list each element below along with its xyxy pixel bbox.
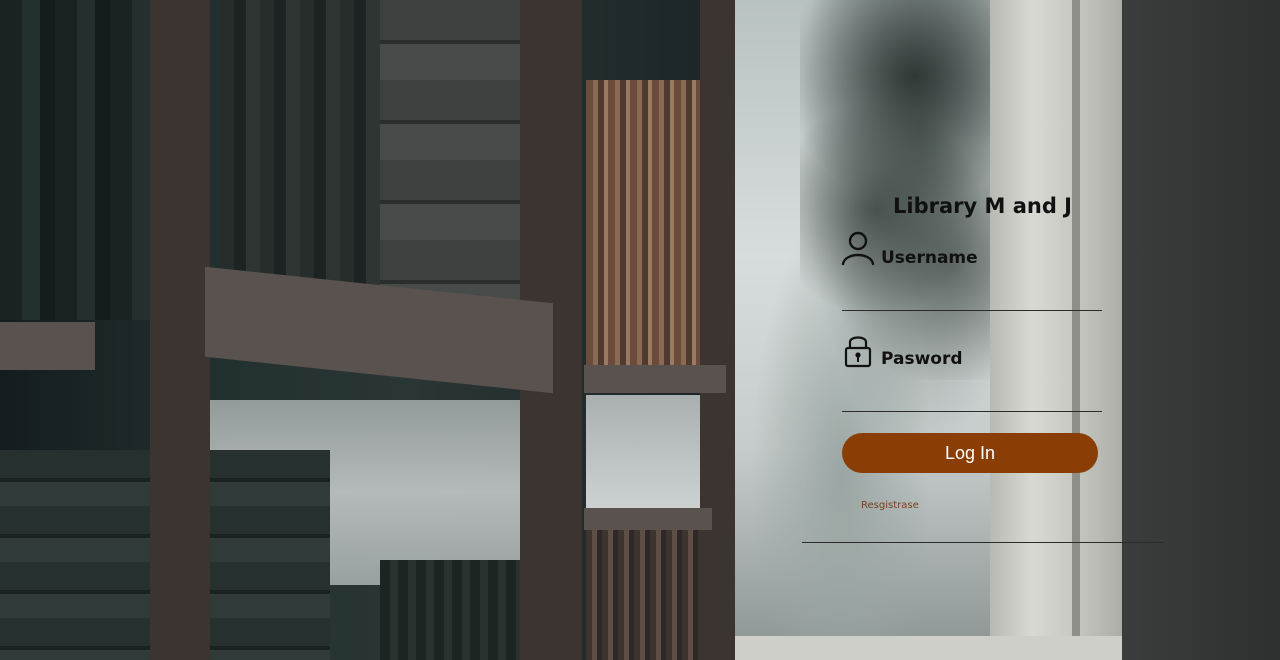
lock-icon xyxy=(844,332,872,372)
books-stack xyxy=(586,520,714,660)
shelf-board xyxy=(584,508,712,530)
username-label: Username xyxy=(881,248,978,268)
password-input[interactable] xyxy=(842,384,1102,412)
username-input[interactable] xyxy=(842,283,1102,311)
login-divider xyxy=(802,542,1164,543)
background-window-lower-right xyxy=(586,395,706,515)
books-stack xyxy=(220,0,380,290)
shelf-post xyxy=(700,0,738,660)
shelf-post xyxy=(150,0,210,660)
user-icon xyxy=(841,230,875,270)
login-title: Library M and J xyxy=(893,194,1072,218)
login-form: Library M and J Username Pasword Log In … xyxy=(800,180,1164,545)
register-link[interactable]: Resgistrase xyxy=(861,500,919,511)
password-label: Pasword xyxy=(881,349,963,369)
login-button[interactable]: Log In xyxy=(842,433,1098,473)
shelf-board xyxy=(584,365,726,393)
books-stack xyxy=(380,560,520,660)
window-sill xyxy=(735,636,1130,660)
shelf-board xyxy=(0,322,95,370)
login-page: Library M and J Username Pasword Log In … xyxy=(0,0,1280,660)
